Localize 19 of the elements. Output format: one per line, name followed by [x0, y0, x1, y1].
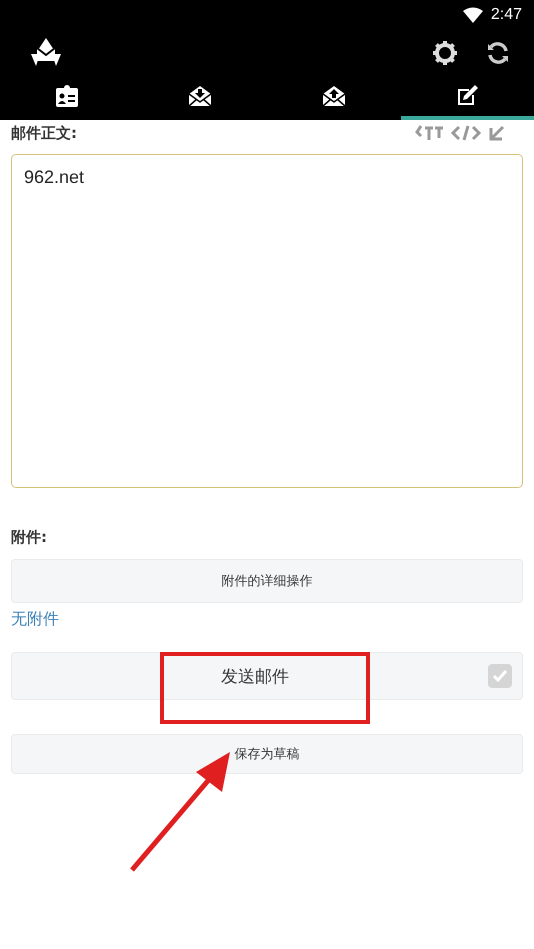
wifi-icon: [462, 7, 483, 23]
body-label: 邮件正文:: [11, 124, 77, 142]
format-icon[interactable]: [415, 124, 445, 142]
no-attachments-link[interactable]: 无附件: [11, 609, 59, 630]
settings-icon[interactable]: [432, 40, 458, 66]
edit-icon: [455, 84, 480, 108]
attachment-details-button[interactable]: 附件的详细操作: [11, 559, 523, 603]
refresh-icon[interactable]: [486, 41, 510, 65]
save-draft-button[interactable]: 保存为草稿: [11, 734, 523, 774]
checkmark-icon: [492, 669, 508, 683]
code-icon[interactable]: [451, 124, 481, 142]
send-button[interactable]: 发送邮件: [11, 652, 523, 700]
body-field[interactable]: 962.net: [11, 154, 523, 488]
envelope-icon: [188, 85, 212, 107]
envelope-icon: [322, 85, 346, 107]
id-card-icon: [54, 84, 79, 108]
status-time: 2:47: [490, 6, 522, 24]
attachments-label: 附件:: [11, 528, 48, 547]
checkbox[interactable]: [488, 664, 512, 688]
